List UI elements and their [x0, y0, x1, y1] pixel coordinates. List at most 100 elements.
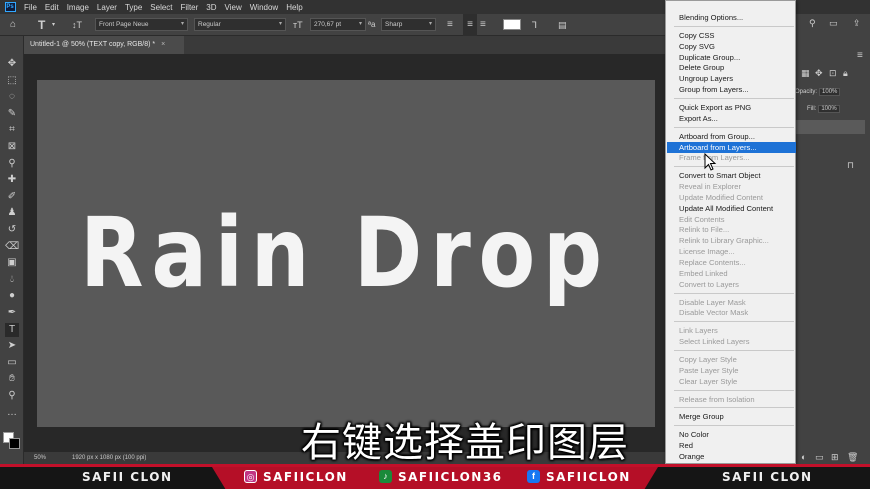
- menu-edit[interactable]: Edit: [41, 3, 63, 12]
- context-menu-item[interactable]: Ungroup Layers: [667, 73, 796, 84]
- context-menu-item: Reveal in Explorer: [679, 182, 742, 192]
- selected-layer-row[interactable]: [795, 120, 865, 134]
- context-menu-item: Frame from Layers...: [679, 153, 750, 163]
- marquee-tool-icon[interactable]: ⬚: [5, 74, 19, 88]
- zoom-tool-icon[interactable]: ⚲: [5, 389, 19, 403]
- menu-separator: [674, 126, 794, 128]
- tiktok-handle: SAFIICLON36: [398, 470, 503, 484]
- menu-type[interactable]: Type: [121, 3, 146, 12]
- character-panel-icon[interactable]: ▤: [558, 14, 567, 36]
- context-menu-item[interactable]: Artboard from Group...: [667, 131, 796, 142]
- context-menu-item[interactable]: Convert to Smart Object: [667, 170, 796, 181]
- chevron-down-icon[interactable]: ▾: [52, 14, 55, 36]
- menu-separator: [674, 321, 794, 323]
- brush-tool-icon[interactable]: ✐: [5, 190, 19, 204]
- text-tool-icon[interactable]: T: [38, 14, 45, 36]
- lasso-tool-icon[interactable]: ◌: [5, 90, 19, 104]
- channel-banner: SAFII CLON ◎ SAFIICLON ♪ SAFIICLON36 f S…: [0, 464, 870, 489]
- opacity-control[interactable]: Opacity: 100%: [795, 88, 841, 96]
- context-menu-item[interactable]: Copy CSS: [667, 30, 796, 41]
- document-tab[interactable]: Untitled-1 @ 50% (TEXT copy, RGB/8) * ×: [24, 36, 184, 54]
- channel-name-left: SAFII CLON: [82, 470, 173, 484]
- menu-file[interactable]: File: [20, 3, 41, 12]
- canvas[interactable]: Rain Drop: [37, 80, 655, 427]
- context-menu-item[interactable]: Blending Options...: [667, 12, 796, 23]
- home-icon[interactable]: ⌂: [10, 14, 16, 36]
- context-menu-item: Link Layers: [679, 326, 718, 336]
- align-right-icon[interactable]: ≡: [480, 14, 486, 36]
- menu-layer[interactable]: Layer: [93, 3, 121, 12]
- context-menu-item[interactable]: Delete Group: [667, 62, 796, 73]
- menu-view[interactable]: View: [221, 3, 246, 12]
- antialias-label: ªa: [368, 20, 376, 29]
- path-select-icon[interactable]: ➤: [5, 339, 19, 353]
- quick-select-icon[interactable]: ✎: [5, 107, 19, 121]
- tools-panel: ✥ ⬚ ◌ ✎ ⌗ ⊠ ⚲ ✚ ✐ ♟ ↺ ⌫ ▣ 💧︎ ● ✒ T ➤ ▭ ✋︎ ⚲…: [0, 36, 24, 464]
- menu-help[interactable]: Help: [282, 3, 306, 12]
- frame-tool-icon[interactable]: ⊠: [5, 140, 19, 154]
- antialias-select[interactable]: Sharp ▾: [381, 18, 436, 31]
- share-icon[interactable]: ⇪: [853, 18, 861, 29]
- eyedropper-icon[interactable]: ⚲: [5, 157, 19, 171]
- warp-text-icon[interactable]: Ꞁ: [532, 14, 537, 36]
- context-menu-item: Release from Isolation: [679, 394, 755, 404]
- context-menu-item[interactable]: Quick Export as PNG: [667, 102, 796, 113]
- type-tool-icon[interactable]: T: [5, 322, 19, 337]
- eraser-tool-icon[interactable]: ⌫: [5, 240, 19, 254]
- text-color-swatch[interactable]: [503, 19, 521, 30]
- fill-control[interactable]: Fill: 100%: [807, 105, 840, 113]
- fill-value[interactable]: 100%: [818, 105, 840, 113]
- font-size-icon: ᴛT: [293, 20, 303, 30]
- menu-separator: [674, 407, 794, 409]
- lock-pixels-icon[interactable]: ▦: [801, 68, 810, 79]
- workspace-icon[interactable]: ▭: [829, 18, 838, 29]
- canvas-text-layer[interactable]: Rain Drop: [37, 80, 602, 427]
- context-menu-item: Replace Contents...: [679, 258, 746, 267]
- font-family-select[interactable]: Front Page Neue ▾: [95, 18, 188, 31]
- facebook-handle: SAFIICLON: [546, 470, 631, 484]
- context-menu-item: License Image...: [679, 247, 735, 257]
- opacity-value[interactable]: 100%: [819, 88, 841, 96]
- channel-name-right: SAFII CLON: [722, 470, 813, 484]
- context-menu-item[interactable]: Group from Layers...: [667, 84, 796, 95]
- pen-tool-icon[interactable]: ✒: [5, 306, 19, 320]
- menu-separator: [674, 97, 794, 99]
- menu-image[interactable]: Image: [63, 3, 93, 12]
- lock-position-icon[interactable]: ✥: [815, 68, 823, 79]
- font-style-select[interactable]: Regular ▾: [194, 18, 286, 31]
- shape-tool-icon[interactable]: ▭: [5, 356, 19, 370]
- dodge-tool-icon[interactable]: ●: [5, 289, 19, 303]
- healing-brush-icon[interactable]: ✚: [5, 173, 19, 187]
- hand-tool-icon[interactable]: ✋︎: [5, 372, 19, 386]
- menu-window[interactable]: Window: [246, 3, 282, 12]
- lock-artboard-icon[interactable]: ⊡: [829, 68, 837, 79]
- close-icon[interactable]: ×: [161, 41, 165, 48]
- search-icon[interactable]: ⚲: [809, 18, 816, 29]
- context-menu-item[interactable]: Artboard from Layers...: [667, 141, 796, 153]
- lock-all-icon[interactable]: 🔒︎: [843, 68, 848, 79]
- text-orientation-icon[interactable]: ↕T: [72, 14, 82, 36]
- align-left-icon[interactable]: ≡: [447, 14, 453, 36]
- menu-3d[interactable]: 3D: [202, 3, 220, 12]
- context-menu-item: Update Modified Content: [679, 192, 764, 202]
- context-menu-item: Convert to Layers: [679, 279, 739, 289]
- blur-tool-icon[interactable]: 💧︎: [5, 273, 19, 287]
- menu-separator: [674, 166, 794, 168]
- context-menu-item[interactable]: Copy SVG: [667, 41, 796, 52]
- move-tool-icon[interactable]: ✥: [5, 57, 19, 71]
- align-center-icon[interactable]: ≡: [463, 14, 477, 36]
- document-tab-bar: Untitled-1 @ 50% (TEXT copy, RGB/8) * ×: [24, 36, 668, 54]
- menu-filter[interactable]: Filter: [177, 3, 203, 12]
- gradient-tool-icon[interactable]: ▣: [5, 256, 19, 270]
- menu-select[interactable]: Select: [146, 3, 176, 12]
- context-menu-item[interactable]: Export As...: [667, 113, 796, 124]
- crop-tool-icon[interactable]: ⌗: [5, 123, 19, 137]
- video-subtitle: 右键选择盖印图层: [301, 420, 629, 466]
- context-menu-item[interactable]: Duplicate Group...: [667, 52, 796, 63]
- history-brush-icon[interactable]: ↺: [5, 223, 19, 237]
- font-size-field[interactable]: 270,67 pt ▾: [310, 18, 366, 31]
- context-menu-item[interactable]: Update All Modified Content: [667, 203, 796, 214]
- context-menu-item: Copy Layer Style: [679, 354, 737, 364]
- stamp-tool-icon[interactable]: ♟: [5, 206, 19, 220]
- panel-menu-icon[interactable]: ≡: [857, 50, 863, 61]
